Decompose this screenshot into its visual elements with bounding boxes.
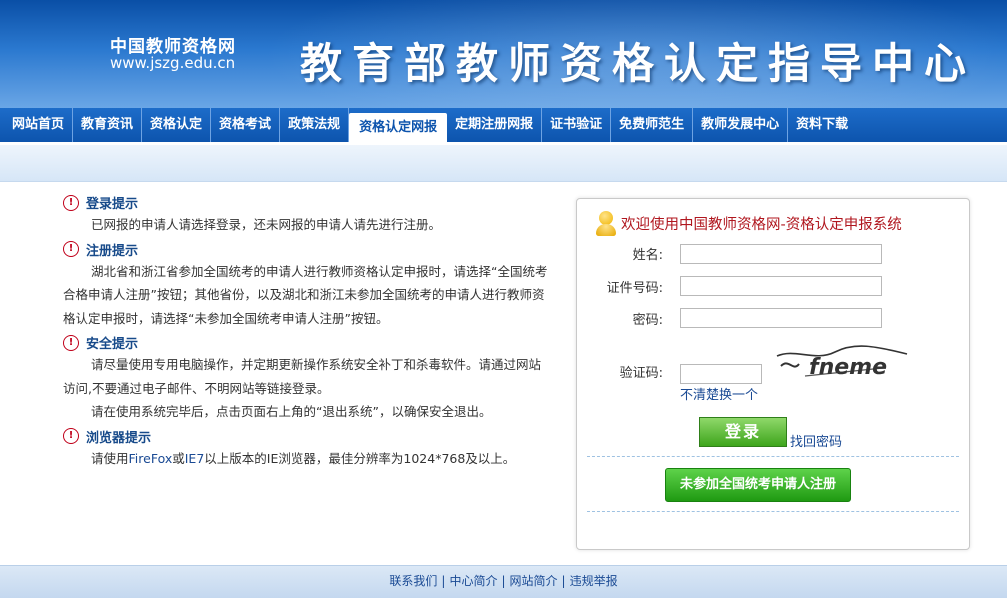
tip-browser-heading: ! 浏览器提示 bbox=[63, 426, 548, 447]
footer-link-site-intro[interactable]: 网站简介 bbox=[510, 574, 558, 588]
site-url: www.jszg.edu.cn bbox=[110, 54, 236, 72]
tip-text: 以上版本的IE浏览器，最佳分辨率为1024*768及以上。 bbox=[204, 450, 516, 466]
nav-item-certificate-verify[interactable]: 证书验证 bbox=[542, 108, 612, 142]
captcha-image[interactable]: fneme bbox=[775, 342, 909, 384]
tips-section: ! 登录提示 已网报的申请人请选择登录，还未网报的申请人请先进行注册。 ! 注册… bbox=[63, 190, 548, 470]
center-title: 教育部教师资格认定指导中心 bbox=[300, 39, 977, 88]
tip-paragraph: 请尽量使用专用电脑操作，并定期更新操作系统安全补丁和杀毒软件。请通过网站访问,不… bbox=[63, 357, 542, 396]
nav-item-home[interactable]: 网站首页 bbox=[4, 108, 74, 142]
warning-icon: ! bbox=[63, 194, 79, 211]
tip-paragraph: 已网报的申请人请选择登录，还未网报的申请人请先进行注册。 bbox=[91, 217, 442, 232]
tip-paragraph: 湖北省和浙江省参加全国统考的申请人进行教师资格认定申报时，请选择“全国统考合格申… bbox=[63, 263, 548, 326]
name-input[interactable] bbox=[680, 244, 882, 264]
tip-text: 或 bbox=[172, 450, 185, 466]
tip-register-heading: ! 注册提示 bbox=[63, 239, 548, 260]
footer: 联系我们 | 中心简介 | 网站简介 | 违规举报 bbox=[0, 565, 1007, 598]
nav-item-exam[interactable]: 资格考试 bbox=[211, 108, 281, 142]
welcome-header: 欢迎使用中国教师资格网-资格认定申报系统 bbox=[595, 209, 902, 237]
browser-firefox: FireFox bbox=[128, 450, 173, 466]
captcha-label: 验证码: bbox=[619, 366, 663, 381]
nav-item-certification[interactable]: 资格认定 bbox=[142, 108, 212, 142]
tip-title: 登录提示 bbox=[86, 197, 139, 212]
id-number-label: 证件号码: bbox=[606, 281, 663, 296]
tip-text: 请使用 bbox=[91, 450, 129, 466]
captcha-text: fneme bbox=[809, 355, 887, 380]
refresh-captcha-link[interactable]: 不清楚换一个 bbox=[680, 384, 758, 403]
tip-title: 浏览器提示 bbox=[86, 430, 152, 446]
nav-item-downloads[interactable]: 资料下载 bbox=[788, 108, 856, 142]
footer-link-center-intro[interactable]: 中心简介 bbox=[449, 574, 497, 588]
nav-item-free-normal-students[interactable]: 免费师范生 bbox=[611, 108, 694, 142]
name-label: 姓名: bbox=[632, 248, 663, 263]
tip-login-heading: ! 登录提示 bbox=[63, 192, 548, 213]
footer-link-contact[interactable]: 联系我们 bbox=[389, 574, 437, 588]
footer-link-report[interactable]: 违规举报 bbox=[570, 574, 618, 588]
nav-item-online-application[interactable]: 资格认定网报 bbox=[349, 113, 448, 143]
sub-strip bbox=[0, 145, 1007, 182]
divider bbox=[587, 456, 959, 457]
nav-item-periodic-registration[interactable]: 定期注册网报 bbox=[447, 108, 543, 142]
register-button[interactable]: 未参加全国统考申请人注册 bbox=[665, 468, 851, 502]
main-nav: 网站首页 教育资讯 资格认定 资格考试 政策法规 资格认定网报 定期注册网报 证… bbox=[0, 108, 1007, 145]
captcha-input[interactable] bbox=[680, 364, 762, 384]
password-label: 密码: bbox=[632, 313, 663, 328]
tip-paragraph: 请使用FireFox或IE7以上版本的IE浏览器，最佳分辨率为1024*768及… bbox=[63, 447, 548, 471]
warning-icon: ! bbox=[63, 241, 79, 257]
header-banner: 中国教师资格网 www.jszg.edu.cn 教育部教师资格认定指导中心 bbox=[0, 0, 1007, 108]
tip-title: 注册提示 bbox=[86, 243, 139, 259]
warning-icon: ! bbox=[63, 428, 79, 444]
login-panel: 欢迎使用中国教师资格网-资格认定申报系统 姓名: 证件号码: 密码: 验证码: … bbox=[576, 198, 970, 550]
tip-title: 安全提示 bbox=[86, 337, 139, 352]
id-number-input[interactable] bbox=[680, 276, 882, 296]
nav-item-policy[interactable]: 政策法规 bbox=[280, 108, 350, 142]
user-icon bbox=[595, 209, 617, 237]
browser-ie7: IE7 bbox=[184, 450, 205, 466]
login-button[interactable]: 登录 bbox=[699, 417, 787, 447]
password-input[interactable] bbox=[680, 308, 882, 328]
tip-paragraph: 请在使用系统完毕后，点击页面右上角的“退出系统”，以确保安全退出。 bbox=[91, 404, 492, 419]
nav-item-teacher-development[interactable]: 教师发展中心 bbox=[693, 108, 789, 142]
warning-icon: ! bbox=[63, 334, 79, 351]
nav-item-news[interactable]: 教育资讯 bbox=[73, 108, 143, 142]
welcome-text: 欢迎使用中国教师资格网-资格认定申报系统 bbox=[621, 216, 902, 233]
forgot-password-link[interactable]: 找回密码 bbox=[790, 431, 842, 450]
divider bbox=[587, 511, 959, 512]
tip-security-heading: ! 安全提示 bbox=[63, 332, 548, 353]
